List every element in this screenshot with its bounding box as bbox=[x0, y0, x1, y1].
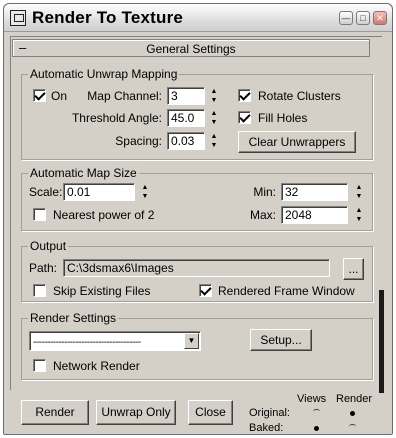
min-spinner[interactable]: ▲ ▼ bbox=[354, 183, 364, 201]
spinner-down-icon[interactable]: ▼ bbox=[354, 192, 364, 201]
close-icon[interactable]: ✕ bbox=[373, 11, 387, 25]
skip-existing-label: Skip Existing Files bbox=[53, 284, 151, 298]
original-label: Original: bbox=[249, 407, 290, 419]
dropdown-arrow-icon[interactable]: ▼ bbox=[184, 333, 199, 349]
render-preset-dropdown[interactable]: -------------------------------------- ▼ bbox=[29, 331, 201, 351]
unwrap-on-checkbox[interactable] bbox=[33, 89, 46, 102]
map-channel-input[interactable]: 3 bbox=[167, 87, 205, 105]
render-column-label: Render bbox=[336, 393, 373, 405]
max-label: Max: bbox=[249, 208, 276, 222]
spacing-input[interactable]: 0.03 bbox=[167, 132, 205, 150]
scale-spinner[interactable]: ▲ ▼ bbox=[140, 183, 150, 201]
map-size-group-label: Automatic Map Size bbox=[28, 166, 139, 180]
window-title: Render To Texture bbox=[32, 8, 184, 27]
rotate-clusters-label: Rotate Clusters bbox=[258, 89, 341, 103]
rollout-scrollbar-thumb[interactable] bbox=[379, 290, 384, 393]
scale-input[interactable]: 0.01 bbox=[63, 183, 135, 201]
nearest-power-checkbox[interactable] bbox=[33, 208, 46, 221]
spinner-down-icon[interactable]: ▼ bbox=[209, 141, 219, 150]
baked-render-radio[interactable] bbox=[346, 422, 358, 434]
spinner-up-icon[interactable]: ▲ bbox=[140, 183, 150, 192]
render-button[interactable]: Render bbox=[21, 400, 89, 425]
min-label: Min: bbox=[253, 185, 276, 199]
setup-button[interactable]: Setup... bbox=[250, 329, 312, 351]
spinner-up-icon[interactable]: ▲ bbox=[209, 132, 219, 141]
title-bar[interactable]: Render To Texture — □ ✕ bbox=[4, 4, 392, 32]
output-group-label: Output bbox=[28, 239, 69, 253]
threshold-angle-spinner[interactable]: ▲ ▼ bbox=[209, 109, 219, 127]
network-render-label: Network Render bbox=[53, 359, 140, 373]
minimize-icon[interactable]: — bbox=[339, 11, 353, 25]
unwrap-mapping-group-label: Automatic Unwrap Mapping bbox=[28, 67, 180, 81]
spinner-up-icon[interactable]: ▲ bbox=[209, 87, 219, 96]
maximize-icon[interactable]: □ bbox=[356, 11, 370, 25]
rendered-frame-window-checkbox[interactable] bbox=[199, 284, 212, 297]
app-icon[interactable] bbox=[10, 10, 26, 26]
spinner-down-icon[interactable]: ▼ bbox=[209, 96, 219, 105]
rotate-clusters-checkbox[interactable] bbox=[238, 89, 251, 102]
baked-label: Baked: bbox=[249, 422, 284, 434]
scale-label: Scale: bbox=[29, 185, 63, 199]
unwrap-on-label: On bbox=[51, 89, 68, 103]
spinner-up-icon[interactable]: ▲ bbox=[209, 109, 219, 118]
spinner-down-icon[interactable]: ▼ bbox=[140, 192, 150, 201]
map-channel-spinner[interactable]: ▲ ▼ bbox=[209, 87, 219, 105]
skip-existing-checkbox[interactable] bbox=[33, 284, 46, 297]
spinner-up-icon[interactable]: ▲ bbox=[354, 183, 364, 192]
spacing-label: Spacing: bbox=[115, 134, 162, 148]
spinner-down-icon[interactable]: ▼ bbox=[354, 215, 364, 224]
spinner-up-icon[interactable]: ▲ bbox=[354, 206, 364, 215]
path-input[interactable]: C:\3dsmax6\Images bbox=[63, 259, 330, 277]
views-column-label: Views bbox=[297, 393, 327, 405]
spinner-down-icon[interactable]: ▼ bbox=[209, 118, 219, 127]
fill-holes-checkbox[interactable] bbox=[238, 111, 251, 124]
threshold-angle-input[interactable]: 45.0 bbox=[167, 109, 205, 127]
render-settings-group-label: Render Settings bbox=[28, 311, 119, 325]
spacing-spinner[interactable]: ▲ ▼ bbox=[209, 132, 219, 150]
unwrap-only-button[interactable]: Unwrap Only bbox=[96, 400, 176, 425]
min-input[interactable]: 32 bbox=[281, 183, 348, 201]
rendered-frame-window-label: Rendered Frame Window bbox=[218, 284, 355, 298]
max-spinner[interactable]: ▲ ▼ bbox=[354, 206, 364, 224]
browse-path-button[interactable]: ... bbox=[343, 258, 364, 280]
threshold-angle-label: Threshold Angle: bbox=[71, 111, 162, 125]
nearest-power-label: Nearest power of 2 bbox=[53, 208, 155, 222]
render-preset-value: -------------------------------------- bbox=[33, 337, 141, 348]
baked-views-radio[interactable] bbox=[310, 422, 322, 434]
map-channel-label: Map Channel: bbox=[87, 89, 162, 103]
close-button[interactable]: Close bbox=[188, 400, 233, 425]
original-render-radio[interactable] bbox=[346, 407, 358, 419]
fill-holes-label: Fill Holes bbox=[258, 111, 308, 125]
rollout-title: General Settings bbox=[146, 42, 236, 56]
max-input[interactable]: 2048 bbox=[281, 206, 348, 224]
clear-unwrappers-button[interactable]: Clear Unwrappers bbox=[238, 131, 356, 153]
network-render-checkbox[interactable] bbox=[33, 359, 46, 372]
general-settings-rollout-header[interactable]: – General Settings bbox=[12, 39, 370, 57]
path-label: Path: bbox=[29, 261, 58, 275]
original-views-radio[interactable] bbox=[310, 407, 322, 419]
